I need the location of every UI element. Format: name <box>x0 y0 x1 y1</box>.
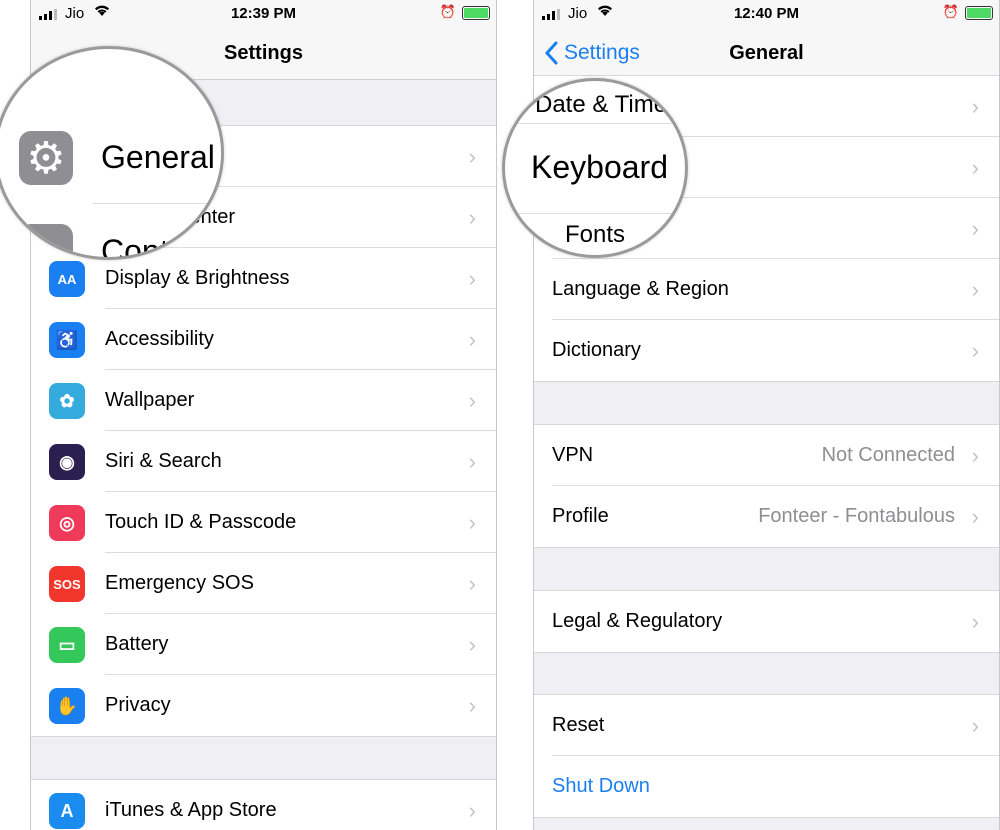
clock: 12:39 PM <box>230 5 297 22</box>
row-value: Not Connected <box>821 444 955 466</box>
chevron-right-icon: › <box>971 608 979 634</box>
chevron-right-icon: › <box>971 215 979 241</box>
chevron-right-icon: › <box>971 154 979 180</box>
row-label: Privacy <box>105 694 171 716</box>
magnifier-general: ⚙ General Cont <box>0 46 224 260</box>
row-touch-id-and-passcode[interactable]: ◎ Touch ID & Passcode › <box>31 492 496 553</box>
row-reset[interactable]: Reset › <box>534 695 999 756</box>
row-wallpaper[interactable]: ✿ Wallpaper › <box>31 370 496 431</box>
chevron-right-icon: › <box>468 326 476 352</box>
magnified-partial-label: Cont <box>101 233 169 260</box>
row-vpn[interactable]: VPN Not Connected › <box>534 425 999 486</box>
settings-group: AiTunes & App Store › <box>31 779 496 830</box>
settings-group: Legal & Regulatory › <box>534 590 999 653</box>
chevron-right-icon: › <box>971 712 979 738</box>
settings-group: VPN Not Connected › Profile Fonteer - Fontab… <box>534 424 999 548</box>
chevron-right-icon: › <box>468 570 476 596</box>
row-accessibility[interactable]: ♿ Accessibility › <box>31 309 496 370</box>
row-label: Emergency SOS <box>105 572 254 594</box>
row-label: Battery <box>105 633 169 655</box>
chevron-right-icon: › <box>971 503 979 529</box>
row-label: Language & Region <box>552 278 729 300</box>
battery-charging-icon <box>965 6 993 20</box>
control-center-icon <box>19 224 73 257</box>
battery-icon: ▭ <box>49 627 85 663</box>
row-dictionary[interactable]: Dictionary › <box>534 320 999 381</box>
row-label: Touch ID & Passcode <box>105 511 297 533</box>
magnified-fonts-label: Fonts <box>565 221 626 248</box>
app-store-icon: A <box>49 793 85 829</box>
chevron-right-icon: › <box>971 276 979 302</box>
chevron-right-icon: › <box>971 337 979 363</box>
row-label: Reset <box>552 714 605 736</box>
row-profile[interactable]: Profile Fonteer - Fontabulous › <box>534 486 999 547</box>
magnified-label: Keyboard <box>531 149 668 185</box>
chevron-right-icon: › <box>468 797 476 823</box>
row-emergency-sos[interactable]: SOS Emergency SOS › <box>31 553 496 614</box>
chevron-right-icon: › <box>971 442 979 468</box>
siri-icon: ◉ <box>49 444 85 480</box>
sos-icon: SOS <box>49 566 85 602</box>
row-label: Legal & Regulatory <box>552 610 723 632</box>
row-label: Siri & Search <box>105 450 222 472</box>
row-language-and-region[interactable]: Language & Region › <box>534 259 999 320</box>
chevron-right-icon: › <box>468 631 476 657</box>
row-value: Fonteer - Fontabulous <box>758 505 955 527</box>
display-icon: AA <box>49 261 85 297</box>
row-legal-and-regulatory[interactable]: Legal & Regulatory › <box>534 591 999 652</box>
alarm-icon: ⏰ <box>439 4 456 19</box>
battery-charging-icon <box>462 6 490 20</box>
chevron-right-icon: › <box>468 265 476 291</box>
chevron-right-icon: › <box>468 692 476 718</box>
row-label: VPN <box>552 444 594 466</box>
fingerprint-icon: ◎ <box>49 505 85 541</box>
clock: 12:40 PM <box>733 5 800 22</box>
status-bar: Jio 12:39 PM ⏰ <box>31 0 496 30</box>
chevron-right-icon: › <box>468 143 476 169</box>
chevron-right-icon: › <box>468 204 476 230</box>
accessibility-icon: ♿ <box>49 322 85 358</box>
row-label: iTunes & App Store <box>105 799 277 821</box>
hand-icon: ✋ <box>49 688 85 724</box>
chevron-right-icon: › <box>468 448 476 474</box>
status-bar: Jio 12:40 PM ⏰ <box>534 0 999 30</box>
nav-bar: Settings General <box>534 30 999 80</box>
magnified-date-time-label: Date & Time <box>535 91 668 118</box>
row-label: Dictionary <box>552 339 641 361</box>
row-label: Shut Down <box>552 775 650 797</box>
chevron-right-icon: › <box>971 93 979 119</box>
chevron-right-icon: › <box>468 509 476 535</box>
alarm-icon: ⏰ <box>942 4 959 19</box>
row-battery[interactable]: ▭ Battery › <box>31 614 496 675</box>
row-label: Accessibility <box>105 328 214 350</box>
page-title: General <box>729 42 804 64</box>
row-label: Profile <box>552 505 609 527</box>
row-shut-down[interactable]: Shut Down <box>534 756 999 817</box>
gear-icon: ⚙ <box>19 131 73 185</box>
row-label: Display & Brightness <box>105 267 290 289</box>
chevron-right-icon: › <box>468 387 476 413</box>
row-itunes-and-app-store[interactable]: AiTunes & App Store › <box>31 780 496 830</box>
wallpaper-flower-icon: ✿ <box>49 383 85 419</box>
magnified-label: General <box>101 139 215 175</box>
row-privacy[interactable]: ✋ Privacy › <box>31 675 496 736</box>
row-siri-and-search[interactable]: ◉ Siri & Search › <box>31 431 496 492</box>
row-label: Wallpaper <box>105 389 195 411</box>
magnifier-keyboard: Date & Time Keyboard Fonts <box>502 78 688 258</box>
settings-group: Reset › Shut Down <box>534 694 999 818</box>
